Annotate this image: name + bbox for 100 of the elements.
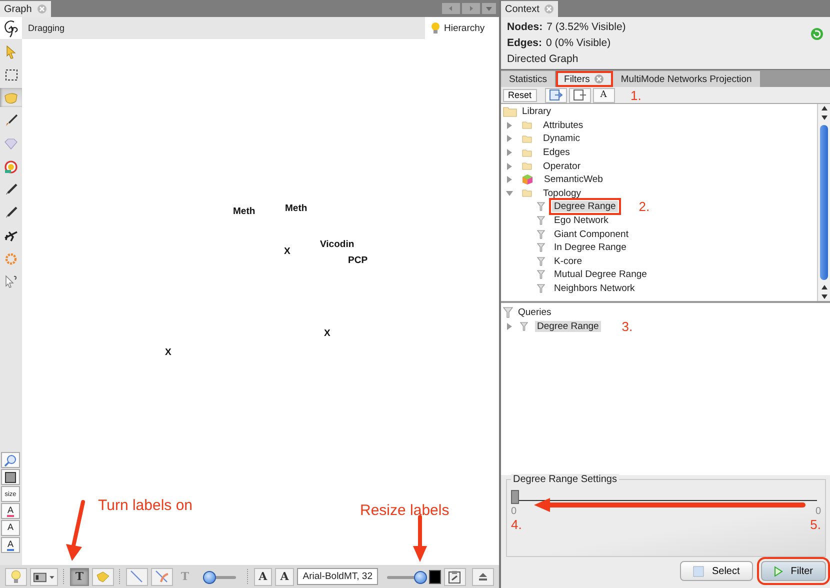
callout-arrow xyxy=(64,500,88,562)
sun-icon xyxy=(4,252,18,266)
callout-text: Resize labels xyxy=(360,502,450,519)
text-style-button[interactable]: A xyxy=(254,568,272,586)
scroll-up-icon[interactable] xyxy=(820,283,828,292)
context-tab[interactable]: Context xyxy=(501,1,558,17)
font-field[interactable]: Arial-BoldMT, 32 xyxy=(296,568,378,585)
edge-line-icon xyxy=(130,570,144,583)
filter-icon xyxy=(503,307,513,318)
zoom-icon xyxy=(4,454,17,466)
node-label[interactable]: Meth xyxy=(285,203,308,214)
screenshot-icon xyxy=(33,570,56,582)
refresh-icon[interactable] xyxy=(810,27,824,41)
text-style-button[interactable]: T xyxy=(70,568,89,586)
scrollbar[interactable] xyxy=(817,104,830,301)
selection-rectangle-icon xyxy=(4,68,18,80)
step-number: 2. xyxy=(638,199,650,214)
pencil-icon xyxy=(4,183,18,196)
group-title: Degree Range Settings xyxy=(511,474,619,485)
tree-item[interactable]: Edges xyxy=(541,147,572,158)
tree-item[interactable]: Giant Component xyxy=(552,228,630,240)
edge-label-icon xyxy=(96,570,110,582)
brush-icon xyxy=(4,114,18,127)
label-tool-button[interactable]: A xyxy=(1,537,20,553)
tree-item[interactable]: K-core xyxy=(552,256,584,267)
node-label[interactable]: X xyxy=(284,246,290,257)
filter-icon xyxy=(520,322,528,331)
caret-icon[interactable] xyxy=(482,3,496,14)
folder-icon xyxy=(522,189,532,198)
eject-icon xyxy=(478,572,488,581)
square-icon xyxy=(5,472,16,482)
scroll-down-icon[interactable] xyxy=(820,292,828,301)
bulb-icon xyxy=(431,22,440,34)
text-style-button[interactable]: A xyxy=(275,568,294,586)
tree-item[interactable]: Library xyxy=(522,106,552,118)
toolbar-button[interactable] xyxy=(150,568,173,586)
step-number: 3. xyxy=(622,318,633,334)
color-swatch[interactable] xyxy=(428,570,441,584)
tree-item[interactable]: Degree Range xyxy=(552,201,618,212)
callout-arrow xyxy=(411,515,429,563)
step-number: 5. xyxy=(810,517,821,532)
node-label[interactable]: PCP xyxy=(348,255,368,266)
graph-tab[interactable]: Graph xyxy=(0,1,51,17)
toolbar-button[interactable]: A xyxy=(592,88,615,102)
node-label[interactable]: Vicodin xyxy=(320,239,354,250)
expand-triangle-icon[interactable] xyxy=(506,322,513,330)
airplane-icon xyxy=(4,229,18,242)
panel-tab[interactable]: Filters xyxy=(556,71,613,87)
expand-triangle-icon[interactable] xyxy=(506,135,513,142)
panel-tab[interactable]: Statistics xyxy=(501,71,556,87)
bulb-icon xyxy=(11,570,21,584)
node-label[interactable]: X xyxy=(324,328,330,339)
node-label[interactable]: X xyxy=(165,347,172,358)
selection-icon xyxy=(692,566,704,576)
mode-label: Dragging xyxy=(28,23,65,33)
tree-item[interactable]: Attributes xyxy=(541,120,586,131)
tree-item[interactable]: Topology xyxy=(541,188,584,199)
queries-header: Queries xyxy=(518,307,552,318)
tree-item[interactable]: Mutual Degree Range xyxy=(552,269,649,280)
expand-triangle-icon[interactable] xyxy=(506,122,513,129)
stat-value: 0 (0% Visible) xyxy=(546,37,611,49)
tree-item[interactable]: In Degree Range xyxy=(552,242,628,254)
cursor-icon xyxy=(4,274,18,288)
select-button[interactable]: Select xyxy=(680,561,753,581)
expand-triangle-icon[interactable] xyxy=(506,176,513,184)
document-icon xyxy=(572,89,587,101)
node-label[interactable]: Meth xyxy=(233,206,256,217)
expand-triangle-icon[interactable] xyxy=(506,149,513,156)
export-icon xyxy=(548,89,563,101)
pencil-icon xyxy=(4,206,18,219)
toolbar-button[interactable] xyxy=(568,88,591,102)
toolbar-button[interactable] xyxy=(444,568,466,586)
hierarchy-button[interactable]: Hierarchy xyxy=(425,17,499,39)
tree-item[interactable]: Neighbors Network xyxy=(552,283,637,294)
stat-label: Edges: xyxy=(507,37,542,49)
reset-button[interactable]: Reset xyxy=(503,88,537,102)
tree-item[interactable]: SemanticWeb xyxy=(542,174,605,186)
query-item[interactable]: Degree Range xyxy=(535,320,601,332)
toolbar-button[interactable] xyxy=(30,568,58,586)
pointer-icon xyxy=(4,44,18,58)
play-icon xyxy=(774,566,783,576)
expand-triangle-icon[interactable] xyxy=(506,190,513,197)
diamond-icon xyxy=(4,138,18,150)
tree-item[interactable]: Dynamic xyxy=(541,133,582,144)
tree-item[interactable]: Operator xyxy=(541,160,582,172)
scroll-up-icon[interactable] xyxy=(820,104,828,113)
label-tool-button[interactable]: A xyxy=(1,520,20,536)
label-tool-button[interactable]: A xyxy=(1,503,20,519)
tree-item[interactable]: Ego Network xyxy=(552,215,610,226)
edge-color-icon xyxy=(154,570,169,583)
toolbar-button[interactable] xyxy=(126,568,148,586)
toolbar-button[interactable] xyxy=(544,88,567,102)
label-tool-button[interactable] xyxy=(1,469,20,485)
toolbar-button[interactable] xyxy=(472,568,494,586)
range-max: 0 xyxy=(815,506,821,517)
scroll-down-icon[interactable] xyxy=(820,113,828,122)
panel-tab[interactable]: MultiMode Networks Projection xyxy=(612,71,761,87)
close-icon[interactable] xyxy=(594,74,604,84)
clipboard-icon xyxy=(448,570,462,584)
expand-triangle-icon[interactable] xyxy=(506,162,513,170)
